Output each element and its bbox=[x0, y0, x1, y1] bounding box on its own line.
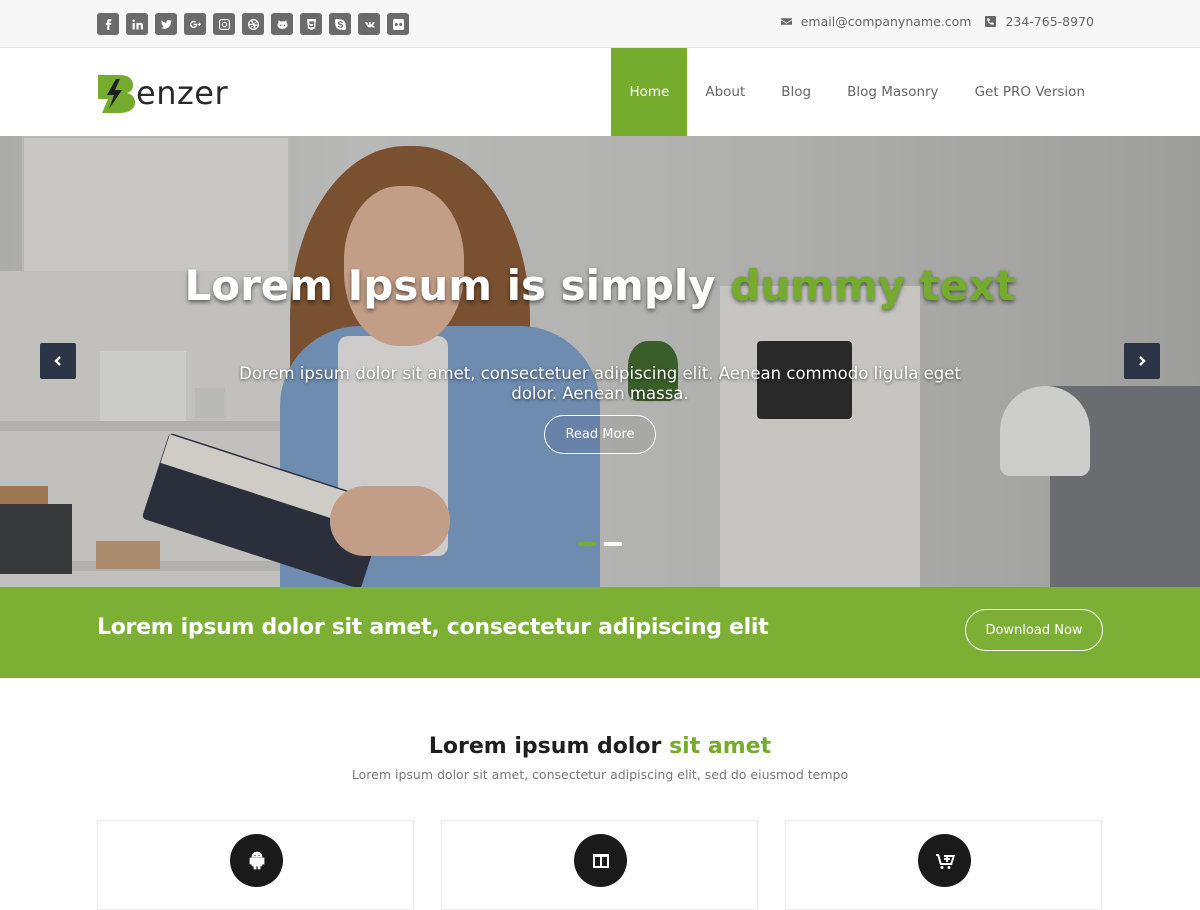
hero-subtitle: Dorem ipsum dolor sit amet, consectetuer… bbox=[239, 364, 961, 403]
phone-icon bbox=[985, 16, 997, 27]
facebook-icon[interactable] bbox=[97, 13, 119, 35]
slider-prev-button[interactable] bbox=[40, 343, 76, 379]
logo-bolt-icon bbox=[98, 75, 135, 113]
contact-info: email@companyname.com 234-765-8970 bbox=[780, 14, 1094, 29]
slider-pagination bbox=[578, 542, 622, 546]
chevron-right-icon bbox=[1139, 356, 1146, 366]
services-title: Lorem ipsum dolor sit amet bbox=[0, 734, 1200, 759]
chevron-left-icon bbox=[54, 356, 61, 366]
slider-dot-1[interactable] bbox=[578, 542, 596, 546]
html5-icon[interactable] bbox=[300, 13, 322, 35]
nav-get-pro[interactable]: Get PRO Version bbox=[957, 48, 1103, 136]
cart-plus-icon bbox=[918, 834, 971, 887]
google-plus-icon[interactable] bbox=[184, 13, 206, 35]
github-icon[interactable] bbox=[271, 13, 293, 35]
cta-band: Lorem ipsum dolor sit amet, consectetur … bbox=[0, 587, 1200, 678]
service-card-2[interactable] bbox=[441, 820, 758, 910]
services-subtitle: Lorem ipsum dolor sit amet, consectetur … bbox=[351, 767, 849, 782]
read-more-button[interactable]: Read More bbox=[544, 415, 656, 454]
hero-title-text: Lorem Ipsum is simply bbox=[184, 261, 731, 310]
slider-next-button[interactable] bbox=[1124, 343, 1160, 379]
twitter-icon[interactable] bbox=[155, 13, 177, 35]
download-now-button[interactable]: Download Now bbox=[965, 609, 1103, 651]
instagram-icon[interactable] bbox=[213, 13, 235, 35]
main-nav: Home About Blog Blog Masonry Get PRO Ver… bbox=[611, 48, 1103, 136]
flickr-icon[interactable] bbox=[387, 13, 409, 35]
slider-dot-2[interactable] bbox=[604, 542, 622, 546]
dribbble-icon[interactable] bbox=[242, 13, 264, 35]
nav-about[interactable]: About bbox=[687, 48, 763, 136]
site-logo[interactable]: enzer bbox=[96, 70, 228, 116]
nav-blog[interactable]: Blog bbox=[763, 48, 829, 136]
service-card-3[interactable] bbox=[785, 820, 1102, 910]
columns-icon bbox=[574, 834, 627, 887]
skype-icon[interactable] bbox=[329, 13, 351, 35]
vk-icon[interactable] bbox=[358, 13, 380, 35]
contact-email[interactable]: email@companyname.com bbox=[801, 14, 972, 29]
cta-text: Lorem ipsum dolor sit amet, consectetur … bbox=[97, 615, 769, 640]
services-title-highlight: sit amet bbox=[669, 734, 772, 759]
nav-blog-masonry[interactable]: Blog Masonry bbox=[829, 48, 956, 136]
hero-title-highlight: dummy text bbox=[730, 261, 1016, 310]
nav-home[interactable]: Home bbox=[611, 48, 688, 136]
contact-phone[interactable]: 234-765-8970 bbox=[1005, 14, 1094, 29]
social-links bbox=[97, 13, 409, 35]
hero-slider: Lorem Ipsum is simply dummy text Dorem i… bbox=[0, 136, 1200, 587]
envelope-icon bbox=[780, 18, 792, 25]
linkedin-icon[interactable] bbox=[126, 13, 148, 35]
service-card-1[interactable] bbox=[97, 820, 414, 910]
site-header: enzer Home About Blog Blog Masonry Get P… bbox=[0, 48, 1200, 136]
services-title-text: Lorem ipsum dolor bbox=[428, 734, 670, 759]
hero-title: Lorem Ipsum is simply dummy text bbox=[180, 261, 1020, 311]
logo-text: enzer bbox=[136, 74, 229, 112]
android-icon bbox=[230, 834, 283, 887]
top-bar: email@companyname.com 234-765-8970 bbox=[0, 0, 1200, 48]
